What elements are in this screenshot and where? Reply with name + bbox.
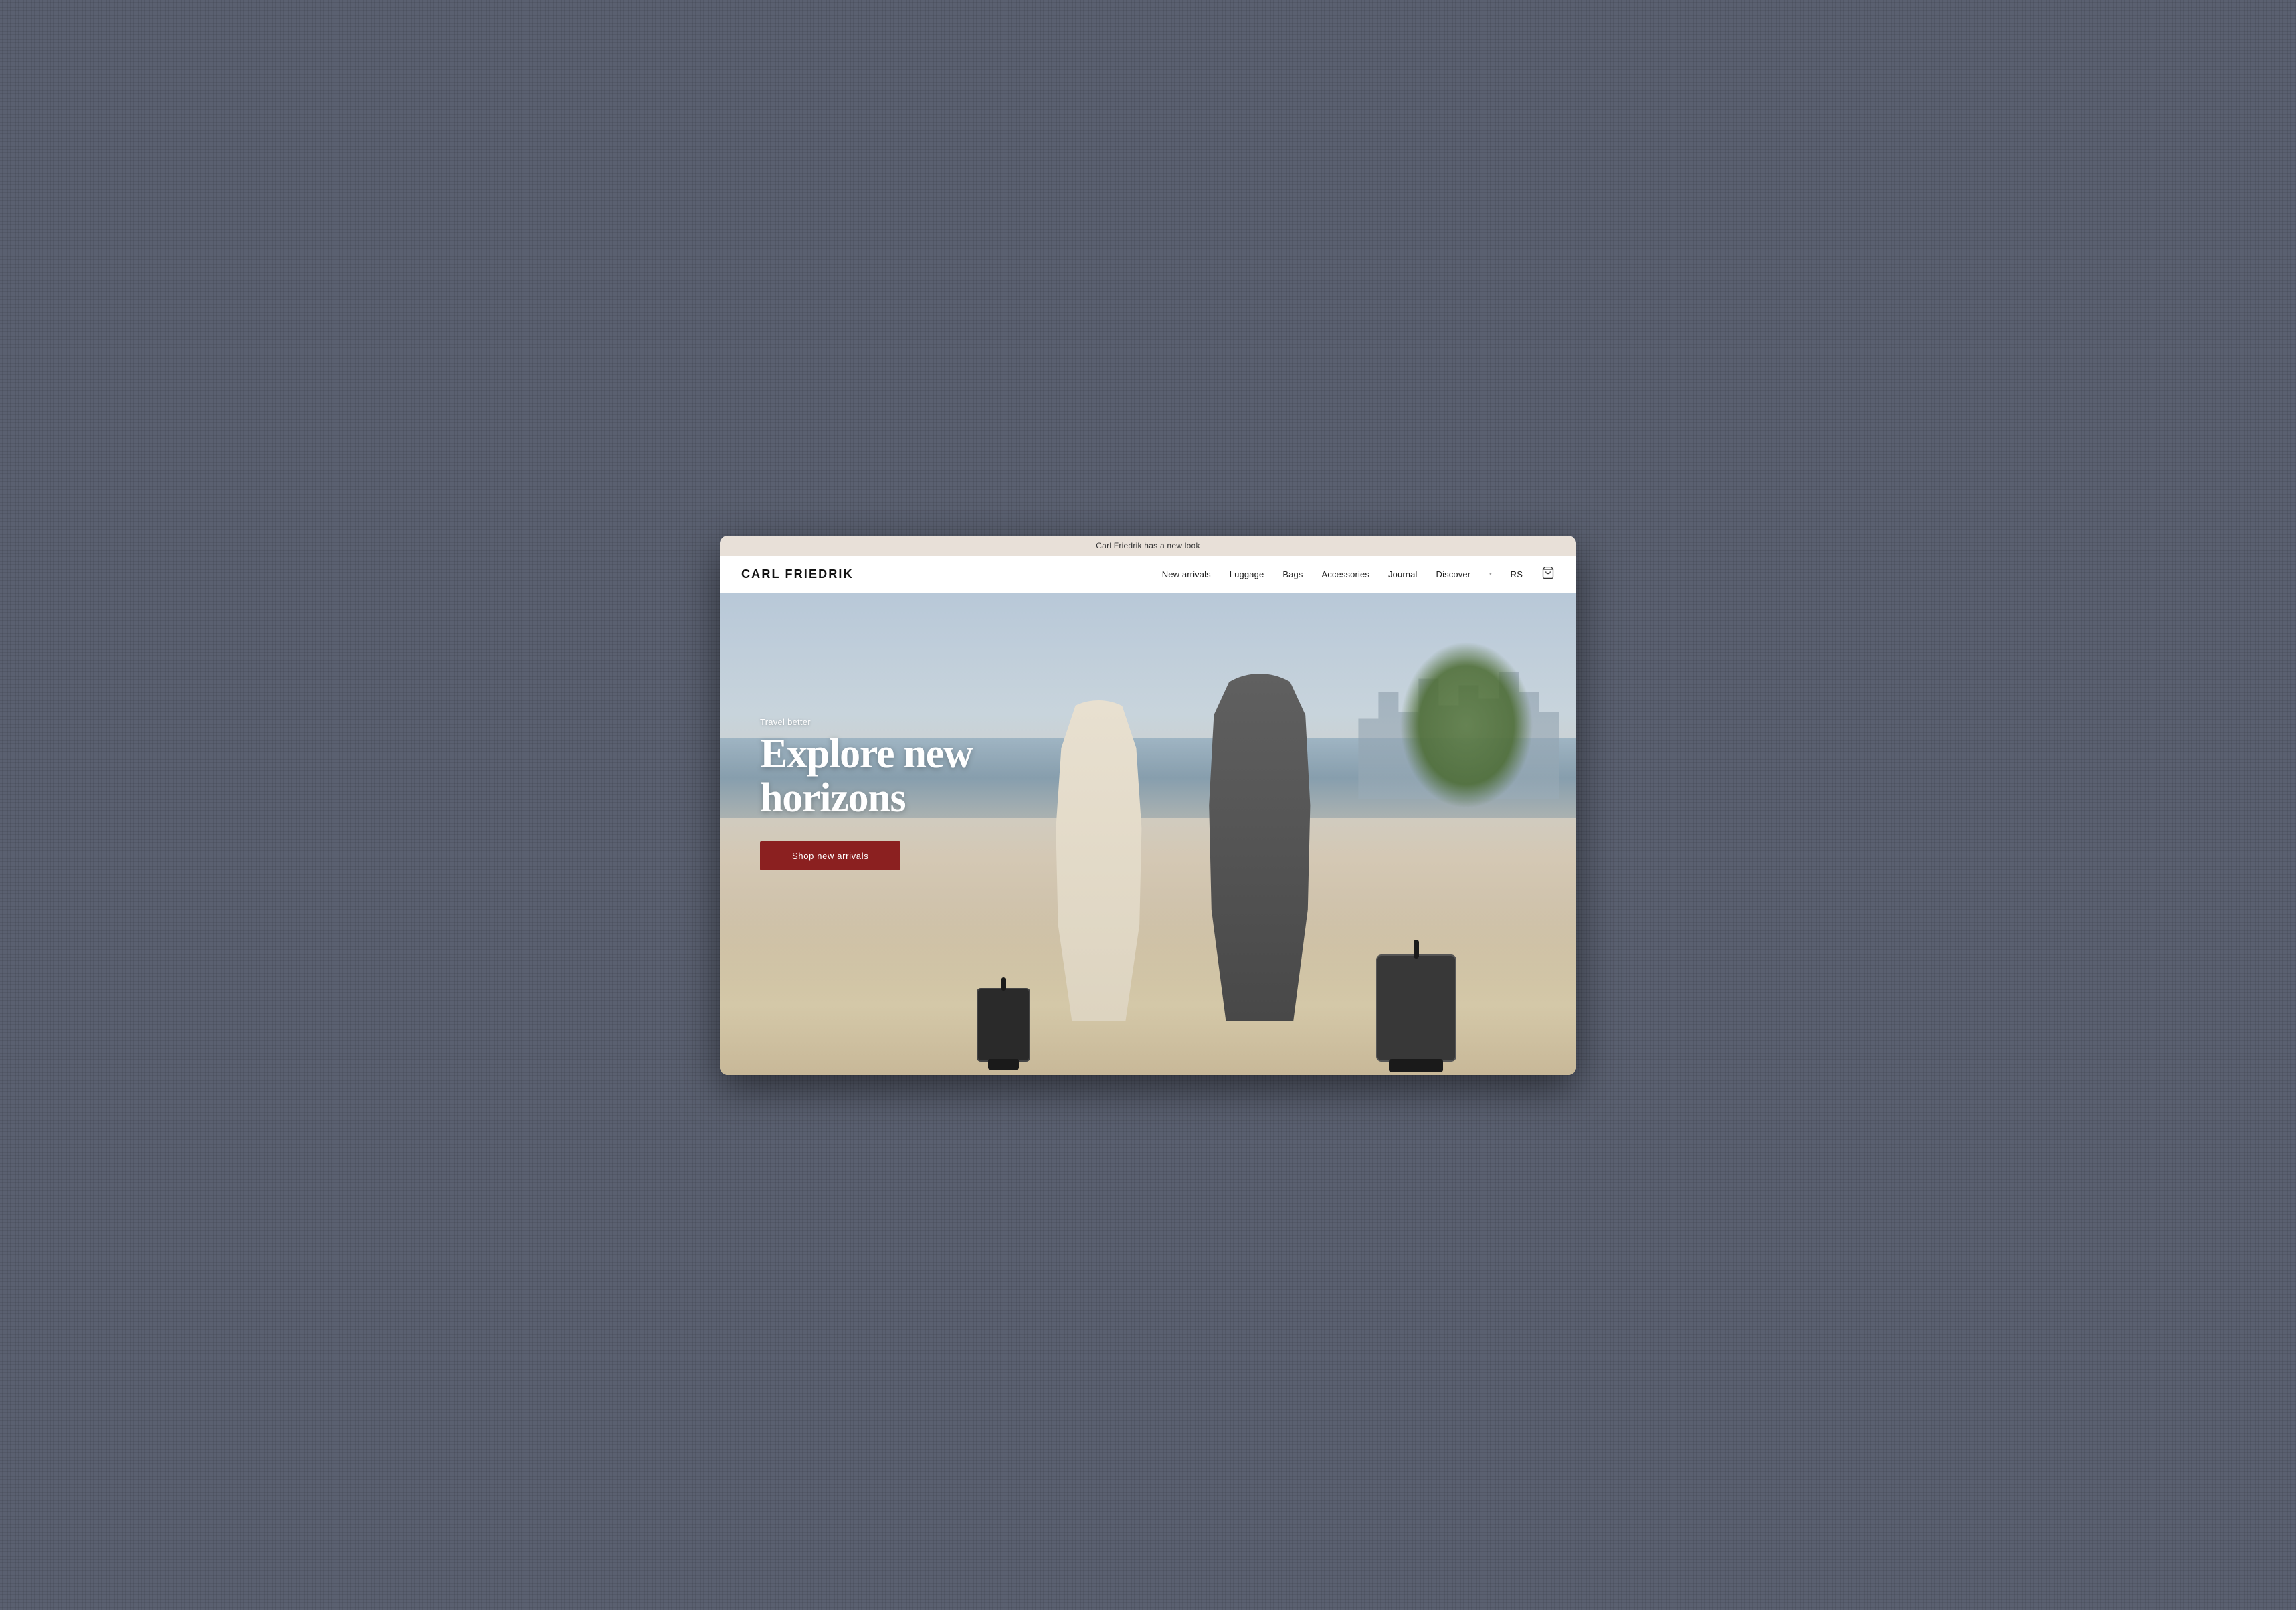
hero-cta-button[interactable]: Shop new arrivals	[760, 841, 900, 870]
nav-item-luggage[interactable]: Luggage	[1230, 569, 1264, 579]
nav-separator: •	[1489, 571, 1492, 578]
nav-item-locale[interactable]: RS	[1511, 569, 1523, 579]
announcement-bar[interactable]: Carl Friedrik has a new look	[720, 536, 1576, 556]
nav-item-new-arrivals[interactable]: New arrivals	[1162, 569, 1211, 579]
nav-links: New arrivals Luggage Bags Accessories Jo…	[1162, 566, 1555, 583]
hero-section: Travel better Explore new horizons Shop …	[720, 593, 1576, 1075]
cart-icon[interactable]	[1541, 566, 1555, 583]
nav-item-discover[interactable]: Discover	[1436, 569, 1471, 579]
nav-item-bags[interactable]: Bags	[1282, 569, 1303, 579]
nav-item-journal[interactable]: Journal	[1388, 569, 1418, 579]
navbar: CARL FRIEDRIK New arrivals Luggage Bags …	[720, 556, 1576, 593]
brand-logo[interactable]: CARL FRIEDRIK	[741, 567, 854, 581]
hero-title: Explore new horizons	[760, 732, 1041, 819]
announcement-text: Carl Friedrik has a new look	[1096, 541, 1200, 550]
hero-eyebrow: Travel better	[760, 717, 811, 727]
nav-item-accessories[interactable]: Accessories	[1321, 569, 1369, 579]
hero-content: Travel better Explore new horizons Shop …	[720, 593, 1576, 1075]
browser-window: Carl Friedrik has a new look CARL FRIEDR…	[720, 536, 1576, 1075]
